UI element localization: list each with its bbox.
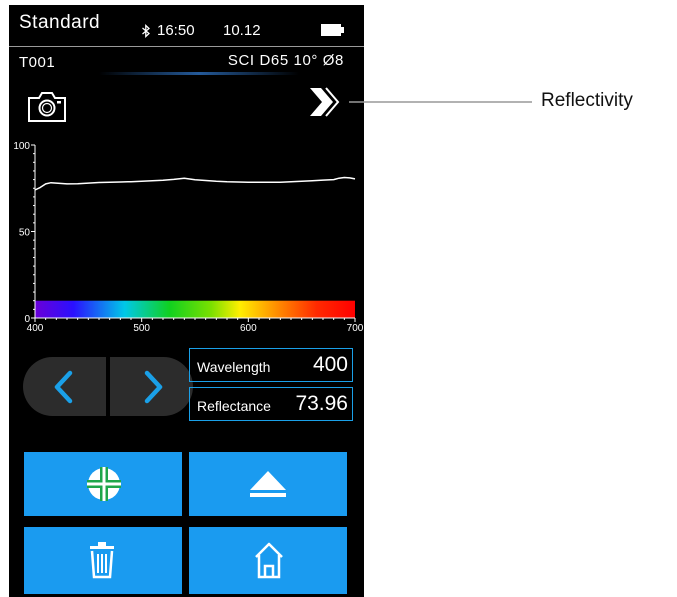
reflectivity-callout: Reflectivity <box>541 90 633 111</box>
